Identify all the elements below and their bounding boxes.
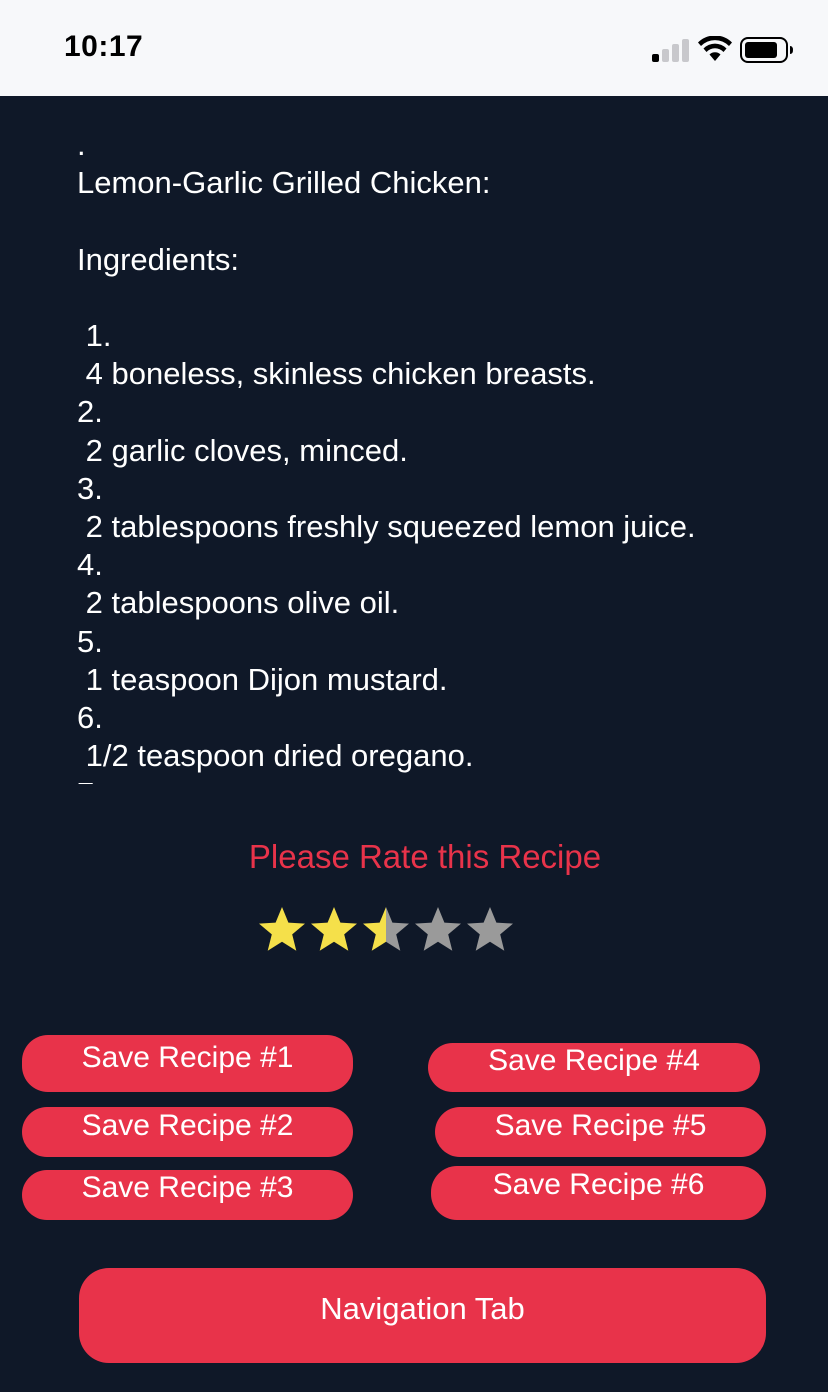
save-recipe-5-label: Save Recipe #5 (494, 1109, 707, 1142)
save-recipe-5-button[interactable]: Save Recipe #5 (435, 1107, 766, 1157)
star-1-icon[interactable] (256, 904, 308, 956)
save-recipe-1-label: Save Recipe #1 (81, 1041, 294, 1074)
navigation-tab-label: Navigation Tab (320, 1290, 525, 1326)
save-recipe-6-label: Save Recipe #6 (492, 1168, 705, 1201)
save-recipe-6-button[interactable]: Save Recipe #6 (431, 1166, 766, 1220)
save-recipe-2-label: Save Recipe #2 (81, 1109, 294, 1142)
status-bar: 10:17 (0, 0, 828, 96)
star-4-icon[interactable] (412, 904, 464, 956)
navigation-tab-button[interactable]: Navigation Tab (79, 1268, 766, 1363)
recipe-text[interactable]: . Lemon-Garlic Grilled Chicken: Ingredie… (77, 126, 777, 784)
star-2-icon[interactable] (308, 904, 360, 956)
save-recipe-4-label: Save Recipe #4 (488, 1044, 700, 1077)
cellular-signal-icon (652, 38, 690, 62)
save-recipe-3-label: Save Recipe #3 (81, 1171, 294, 1204)
wifi-icon (698, 36, 732, 61)
status-time: 10:17 (64, 30, 144, 63)
star-rating[interactable] (256, 904, 526, 960)
save-recipe-1-button[interactable]: Save Recipe #1 (22, 1035, 353, 1092)
save-recipe-2-button[interactable]: Save Recipe #2 (22, 1107, 353, 1157)
rating-prompt: Please Rate this Recipe (248, 838, 602, 875)
save-recipe-4-button[interactable]: Save Recipe #4 (428, 1043, 760, 1092)
star-5-icon[interactable] (464, 904, 516, 956)
save-recipe-3-button[interactable]: Save Recipe #3 (22, 1170, 353, 1220)
battery-icon (740, 37, 793, 63)
star-3-icon[interactable] (360, 904, 412, 956)
